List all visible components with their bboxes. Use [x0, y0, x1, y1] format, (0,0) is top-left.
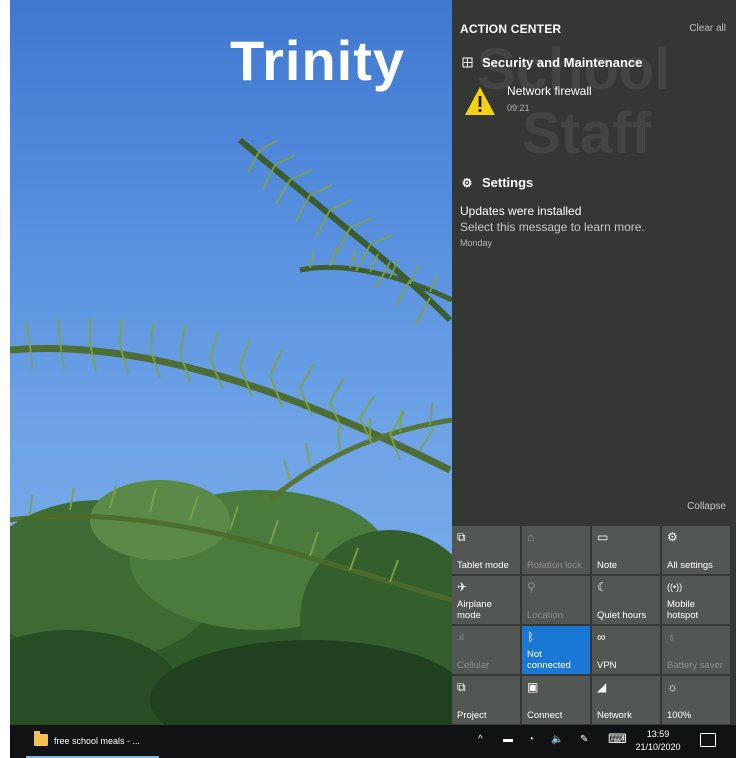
tile-battery-saver[interactable]: ♁ Battery saver [662, 626, 730, 674]
moon-icon: ☾ [597, 580, 608, 594]
tile-airplane-mode[interactable]: ✈ Airplane mode [452, 576, 520, 624]
tile-rotation-lock[interactable]: ⌂ Rotation lock [522, 526, 590, 574]
tile-cellular[interactable]: .ıl Cellular [452, 626, 520, 674]
quick-actions-grid: ⧉ Tablet mode ⌂ Rotation lock ▭ Note ⚙ All s… [452, 526, 736, 724]
touch-keyboard-icon[interactable]: ⌨ [608, 731, 627, 747]
cellular-icon: .ıl [457, 632, 465, 642]
action-center-title: ACTION CENTER [460, 22, 562, 36]
tile-location[interactable]: ⚲ Location [522, 576, 590, 624]
clock-time: 13:59 [646, 729, 670, 739]
taskbar: free school meals - ... ^ ▬ ◔ 🔈 ✎ ⌨ 13:5… [10, 725, 736, 758]
tile-brightness[interactable]: ☼ 100% [662, 676, 730, 724]
airplane-icon: ✈ [457, 580, 468, 594]
tile-mobile-hotspot[interactable]: ((•)) Mobile hotspot [662, 576, 730, 624]
tile-label: VPN [597, 660, 617, 671]
tile-label: Network [597, 710, 632, 721]
tile-label: Connect [527, 710, 563, 721]
network-icon: ◢ [597, 680, 607, 694]
action-center-panel: School Staff ACTION CENTER Clear all Sec… [452, 0, 736, 725]
note-icon: ▭ [597, 530, 609, 544]
folder-icon [34, 731, 48, 746]
tile-project[interactable]: ⧉ Project [452, 676, 520, 724]
notification-body[interactable]: Select this message to learn more. [460, 220, 645, 234]
connect-icon: ▣ [527, 680, 539, 694]
wallpaper-title: Trinity [230, 29, 406, 92]
settings-icon: ⚙ [667, 530, 678, 544]
notification-group-title: Security and Maintenance [482, 55, 643, 70]
clear-all-button[interactable]: Clear all [689, 23, 726, 34]
battery-saver-icon: ♁ [667, 630, 676, 644]
wifi-icon[interactable]: ◔ [528, 734, 534, 745]
brightness-icon: ☼ [667, 680, 678, 694]
notification-title[interactable]: Network firewall [507, 84, 592, 98]
notification-title[interactable]: Updates were installed [460, 204, 581, 218]
tile-label: Project [457, 710, 487, 721]
hotspot-icon: ((•)) [667, 582, 683, 592]
warning-icon [465, 87, 495, 115]
tile-label: Rotation lock [527, 560, 582, 571]
location-icon: ⚲ [527, 580, 536, 594]
notification-group-security[interactable]: Security and Maintenance [460, 55, 642, 70]
rotation-lock-icon: ⌂ [527, 530, 535, 544]
collapse-button[interactable]: Collapse [687, 501, 726, 512]
gear-icon: ⚙ [461, 175, 473, 190]
battery-icon[interactable]: ▬ [503, 734, 513, 745]
clock-date: 21/10/2020 [635, 742, 681, 752]
tile-connect[interactable]: ▣ Connect [522, 676, 590, 724]
tile-label: Battery saver [667, 660, 723, 671]
tile-label: Location [527, 610, 563, 621]
tile-label: Tablet mode [457, 560, 509, 571]
tile-label: Note [597, 560, 618, 571]
flag-icon [460, 56, 474, 70]
taskbar-app-label: free school meals - ... [54, 736, 141, 746]
tile-tablet-mode[interactable]: ⧉ Tablet mode [452, 526, 520, 574]
bluetooth-icon: ᛒ [527, 630, 535, 644]
notification-group-title: Settings [482, 175, 534, 190]
tablet-mode-icon: ⧉ [457, 530, 466, 544]
tile-label: Airplane mode [457, 599, 492, 621]
notification-time: 09:21 [507, 103, 530, 113]
action-center-notification-icon[interactable] [700, 733, 716, 747]
project-icon: ⧉ [457, 680, 466, 694]
pen-workspace-icon[interactable]: ✎ [580, 734, 588, 745]
taskbar-app-file-explorer[interactable]: free school meals - ... [26, 725, 159, 758]
show-hidden-icons-chevron-icon[interactable]: ^ [478, 734, 483, 745]
tile-label: All settings [667, 560, 713, 571]
tile-all-settings[interactable]: ⚙ All settings [662, 526, 730, 574]
tile-note[interactable]: ▭ Note [592, 526, 660, 574]
notification-group-settings[interactable]: ⚙ Settings [460, 175, 534, 190]
tile-network[interactable]: ◢ Network [592, 676, 660, 724]
tile-label: Mobile hotspot [667, 599, 699, 621]
tile-label: Not connected [527, 649, 571, 671]
tile-quiet-hours[interactable]: ☾ Quiet hours [592, 576, 660, 624]
tile-label: Cellular [457, 660, 490, 671]
taskbar-clock[interactable]: 13:59 21/10/2020 [633, 728, 683, 754]
notification-time: Monday [460, 238, 493, 248]
tile-bluetooth[interactable]: ᛒ Not connected [522, 626, 590, 674]
tile-label: Quiet hours [597, 610, 647, 621]
desktop-wallpaper: Trinity [10, 0, 452, 725]
vpn-icon: ∞ [597, 630, 606, 644]
tile-label: 100% [667, 710, 692, 721]
palm-tree-illustration [10, 137, 452, 725]
volume-icon[interactable]: 🔈 [551, 734, 563, 745]
tile-vpn[interactable]: ∞ VPN [592, 626, 660, 674]
